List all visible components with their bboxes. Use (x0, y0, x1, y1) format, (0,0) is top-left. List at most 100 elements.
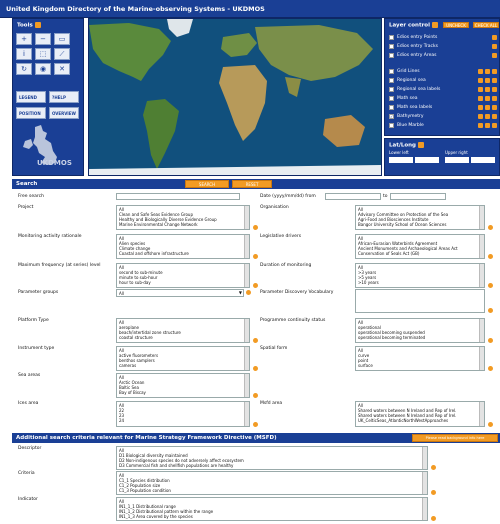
scrollbar[interactable] (479, 347, 484, 370)
layer-option-icon[interactable] (478, 104, 483, 110)
list-option[interactable]: IN1_1_3 Area covered by the species (119, 514, 425, 519)
scrollbar[interactable] (244, 374, 249, 397)
zoom-out-icon[interactable]: − (35, 33, 51, 45)
layer-checkbox[interactable] (389, 34, 394, 40)
refresh-icon[interactable]: ↻ (16, 63, 32, 75)
list-option[interactable]: Bangor University School of Ocean Scienc… (358, 222, 482, 227)
help-icon[interactable] (34, 22, 41, 28)
help-icon[interactable] (488, 366, 493, 371)
help-icon[interactable] (253, 225, 258, 230)
help-icon[interactable] (488, 338, 493, 343)
layer-order-icon[interactable] (492, 95, 497, 101)
scrollbar[interactable] (422, 498, 427, 520)
monitoring-listbox[interactable]: All Alien species Climate change Coastal an… (116, 234, 250, 259)
max-frequency-listbox[interactable]: All second to sub-minute minute to sub-hou… (116, 263, 250, 288)
layer-item[interactable]: ✓ Bathymetry (389, 112, 497, 120)
layer-checkbox[interactable] (389, 52, 394, 58)
info-icon[interactable]: i (16, 48, 32, 60)
help-icon[interactable] (253, 393, 258, 398)
help-icon[interactable] (488, 422, 493, 427)
layer-option-icon[interactable] (478, 95, 483, 101)
list-option[interactable]: Coastal and offshore infrastructure (119, 251, 247, 256)
help-icon[interactable] (253, 254, 258, 259)
list-option[interactable]: >10 years (358, 280, 482, 285)
descriptor-listbox[interactable]: All D1 Biological diversity maintained D2 … (116, 446, 428, 470)
layer-order-icon[interactable] (492, 113, 497, 119)
project-listbox[interactable]: All Clean and Safe Seas Evidence Group Hea… (116, 205, 250, 230)
scrollbar[interactable] (479, 319, 484, 342)
scrollbar[interactable] (244, 264, 249, 287)
msfd-info-button[interactable]: Please read background info here (412, 434, 498, 442)
layer-order-icon[interactable] (492, 122, 497, 128)
layer-checkbox[interactable] (389, 77, 394, 83)
layer-option-icon[interactable] (492, 52, 497, 58)
measure-icon[interactable]: ⟋ (54, 48, 70, 60)
globe-icon[interactable]: ◉ (35, 63, 51, 75)
layer-checkbox[interactable] (389, 104, 394, 110)
parameter-vocabulary-box[interactable] (355, 289, 485, 313)
layer-order-icon[interactable] (492, 77, 497, 83)
lower-left-lat-input[interactable] (389, 157, 413, 163)
help-icon[interactable] (418, 142, 424, 148)
platform-listbox[interactable]: All aeroplane beach/intertidal zone struct… (116, 318, 250, 343)
scrollbar[interactable] (244, 319, 249, 342)
layer-order-icon[interactable] (485, 122, 490, 128)
layer-item[interactable]: Math sea (389, 94, 497, 102)
uncheck-button[interactable]: UNCHECK (443, 22, 469, 28)
layer-checkbox[interactable] (389, 122, 394, 128)
help-icon[interactable] (253, 366, 258, 371)
scrollbar[interactable] (479, 206, 484, 229)
indicator-listbox[interactable]: All IN1_1_1 Distributional range IN1_1_2 D… (116, 497, 428, 521)
legislative-listbox[interactable]: All African-Eurasian Waterbirds Agreement… (355, 234, 485, 259)
list-option[interactable]: C1_3 Population condition (119, 488, 425, 493)
help-icon[interactable] (431, 490, 436, 495)
upper-right-lat-input[interactable] (445, 157, 469, 163)
layer-order-icon[interactable] (485, 95, 490, 101)
layer-checkbox[interactable] (389, 43, 394, 49)
list-option[interactable]: D3 Commercial fish and shellfish populat… (119, 463, 425, 468)
layer-item[interactable]: Blue Marble (389, 121, 497, 129)
list-option[interactable]: Bay of Biscay (119, 390, 247, 395)
layer-order-icon[interactable] (485, 104, 490, 110)
layer-order-icon[interactable] (485, 68, 490, 74)
layer-item[interactable]: Edios entry Tracks (389, 42, 497, 50)
layer-order-icon[interactable] (485, 77, 490, 83)
help-button[interactable]: ? HELP (49, 91, 79, 103)
world-map[interactable] (88, 18, 382, 176)
list-option[interactable]: UK_CelticSeas_AtlanticNorthWestApproache… (358, 418, 482, 423)
layer-option-icon[interactable] (492, 43, 497, 49)
layer-option-icon[interactable] (478, 122, 483, 128)
msfd-area-listbox[interactable]: All Shared waters between N Ireland and R… (355, 401, 485, 427)
help-icon[interactable] (431, 516, 436, 521)
scrollbar[interactable] (244, 235, 249, 258)
list-option[interactable]: Conservation of Seals Act (GB) (358, 251, 482, 256)
layer-item[interactable]: Edios entry Areas (389, 51, 497, 59)
layer-item[interactable]: Regional sea labels (389, 85, 497, 93)
layer-order-icon[interactable] (492, 68, 497, 74)
sea-areas-listbox[interactable]: All Arctic Ocean Baltic Sea Bay of Biscay (116, 373, 250, 398)
chevron-down-icon[interactable]: ▼ (239, 290, 242, 295)
clear-icon[interactable]: ✕ (54, 63, 70, 75)
help-icon[interactable] (431, 22, 438, 28)
zoom-in-icon[interactable]: + (16, 33, 32, 45)
layer-order-icon[interactable] (492, 104, 497, 110)
search-button[interactable]: SEARCH (185, 180, 229, 188)
help-icon[interactable] (488, 254, 493, 259)
layer-option-icon[interactable] (478, 77, 483, 83)
layer-option-icon[interactable] (478, 68, 483, 74)
help-icon[interactable] (431, 465, 436, 470)
lower-left-lon-input[interactable] (415, 157, 439, 163)
date-to-input[interactable] (390, 193, 446, 200)
layer-option-icon[interactable] (492, 34, 497, 40)
spatial-form-listbox[interactable]: All curve point surface (355, 346, 485, 371)
scrollbar[interactable] (479, 264, 484, 287)
list-option[interactable]: Marine Environmental Change Network (119, 222, 247, 227)
layer-item[interactable]: Grid Lines (389, 67, 497, 75)
list-option[interactable]: 24 (119, 418, 247, 423)
layer-order-icon[interactable] (485, 86, 490, 92)
list-option[interactable]: surface (358, 363, 482, 368)
list-option[interactable]: hour to sub-day (119, 280, 247, 285)
scrollbar[interactable] (244, 402, 249, 426)
list-option[interactable]: operational becoming terminated (358, 335, 482, 340)
layer-checkbox[interactable] (389, 95, 394, 101)
